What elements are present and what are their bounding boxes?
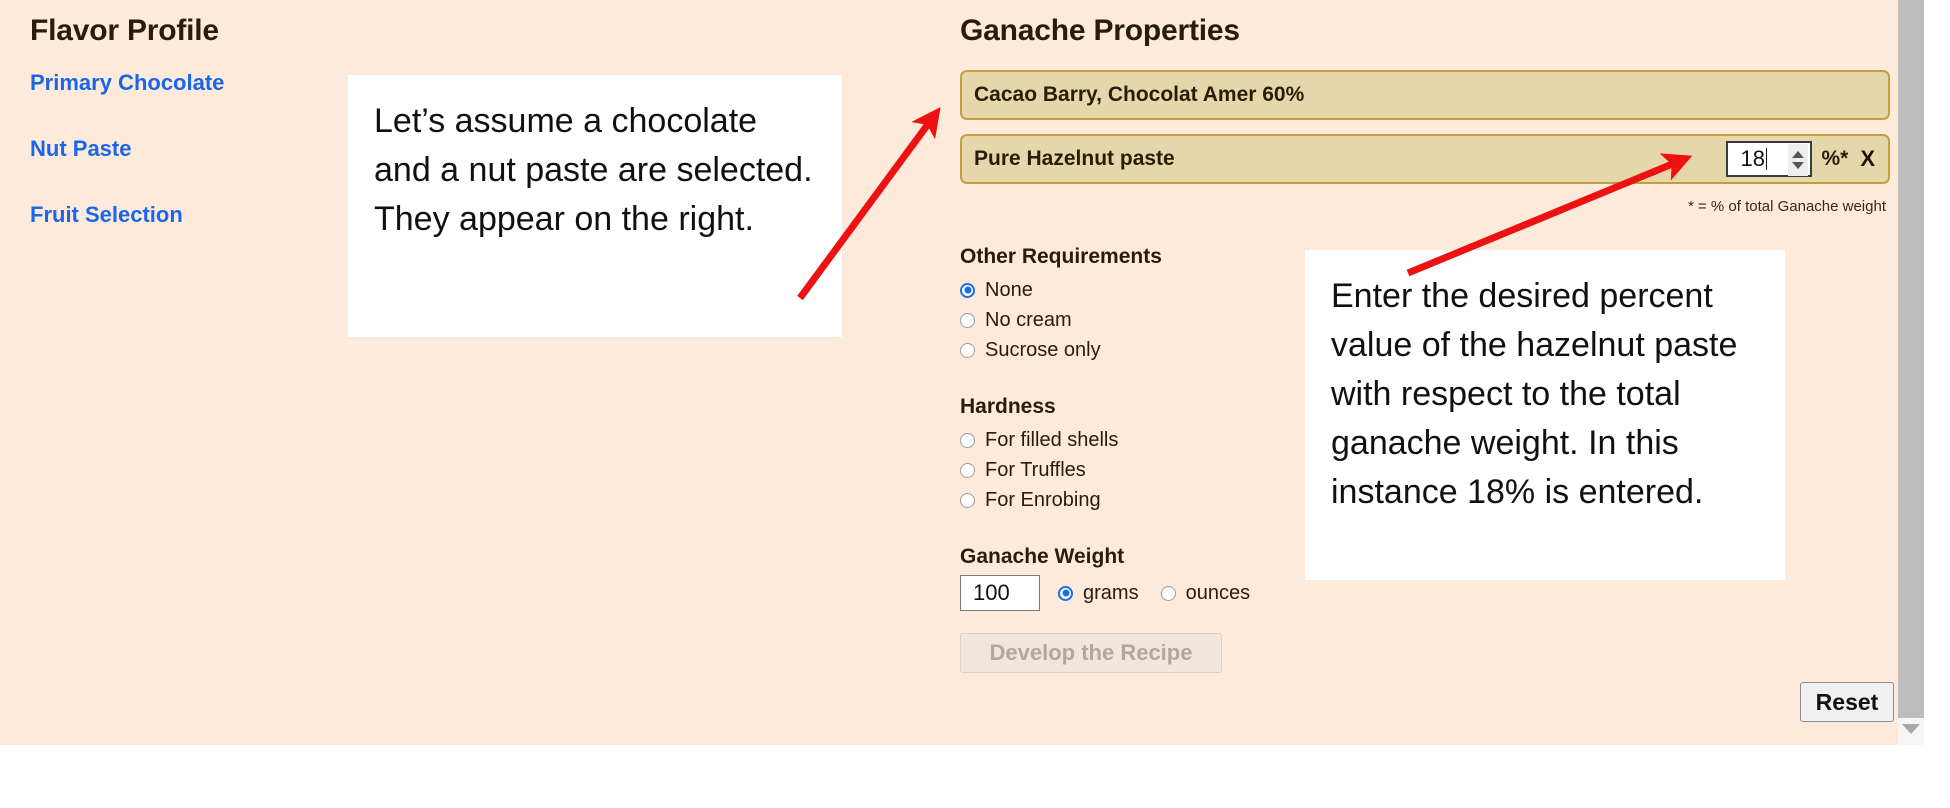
radio-label: No cream	[985, 308, 1072, 331]
spinner-down-icon[interactable]	[1792, 162, 1805, 169]
spinner-buttons[interactable]	[1788, 144, 1809, 176]
text-caret	[1765, 148, 1767, 170]
link-nut-paste[interactable]: Nut Paste	[30, 136, 330, 162]
radio-option-grams[interactable]: grams	[1058, 582, 1139, 605]
develop-the-recipe-button[interactable]: Develop the Recipe	[960, 633, 1222, 673]
radio-label: For Enrobing	[985, 488, 1101, 511]
ingredient-name: Pure Hazelnut paste	[974, 147, 1175, 170]
ganache-properties-heading: Ganache Properties	[960, 14, 1240, 47]
flavor-profile-heading: Flavor Profile	[30, 14, 219, 47]
radio-icon-ounces[interactable]	[1160, 585, 1176, 601]
radio-icon-grams[interactable]	[1058, 585, 1073, 601]
link-fruit-selection[interactable]: Fruit Selection	[30, 202, 330, 228]
radio-icon-sucrose-only[interactable]	[960, 342, 975, 358]
radio-icon-none[interactable]	[960, 282, 975, 298]
percent-unit-label: %*	[1821, 147, 1849, 170]
ganache-weight-input[interactable]: 100	[960, 575, 1040, 611]
remove-ingredient-button[interactable]: X	[1857, 146, 1878, 172]
radio-label: grams	[1083, 581, 1139, 604]
ingredient-controls: 18 %* X	[1726, 141, 1878, 177]
radio-icon-no-cream[interactable]	[960, 312, 975, 328]
reset-button[interactable]: Reset	[1800, 682, 1894, 722]
annotation-callout-right: Enter the desired percent value of the h…	[1305, 250, 1785, 580]
spinner-up-icon[interactable]	[1792, 151, 1805, 158]
flavor-profile-panel: Flavor Profile Primary Chocolate Nut Pas…	[30, 14, 330, 268]
radio-label: Sucrose only	[985, 338, 1101, 361]
scrollbar-thumb[interactable]	[1898, 0, 1924, 718]
percent-input[interactable]: 18	[1726, 141, 1813, 177]
percent-footnote: * = % of total Ganache weight	[1687, 198, 1886, 215]
ingredient-row-hazelnut-paste[interactable]: Pure Hazelnut paste 18 %* X	[960, 134, 1890, 184]
ingredient-name: Cacao Barry, Chocolat Amer 60%	[974, 83, 1305, 106]
percent-value: 18	[1740, 146, 1765, 171]
ingredient-row-chocolate[interactable]: Cacao Barry, Chocolat Amer 60%	[960, 70, 1890, 120]
radio-label: For Truffles	[985, 458, 1086, 481]
radio-label: For filled shells	[985, 428, 1119, 451]
scroll-down-arrow-icon[interactable]	[1902, 724, 1920, 734]
radio-icon-filled-shells[interactable]	[960, 432, 975, 448]
radio-icon-truffles[interactable]	[960, 462, 975, 478]
ganache-weight-line: 100 grams ounces	[960, 575, 1890, 611]
radio-option-ounces[interactable]: ounces	[1160, 581, 1251, 605]
vertical-scrollbar[interactable]	[1898, 0, 1924, 745]
radio-label: None	[985, 278, 1033, 301]
link-primary-chocolate[interactable]: Primary Chocolate	[30, 70, 330, 96]
screenshot-root: Flavor Profile Primary Chocolate Nut Pas…	[0, 0, 1950, 808]
annotation-callout-left: Let’s assume a chocolate and a nut paste…	[348, 75, 842, 337]
radio-icon-enrobing[interactable]	[960, 492, 975, 508]
radio-label: ounces	[1185, 581, 1251, 604]
